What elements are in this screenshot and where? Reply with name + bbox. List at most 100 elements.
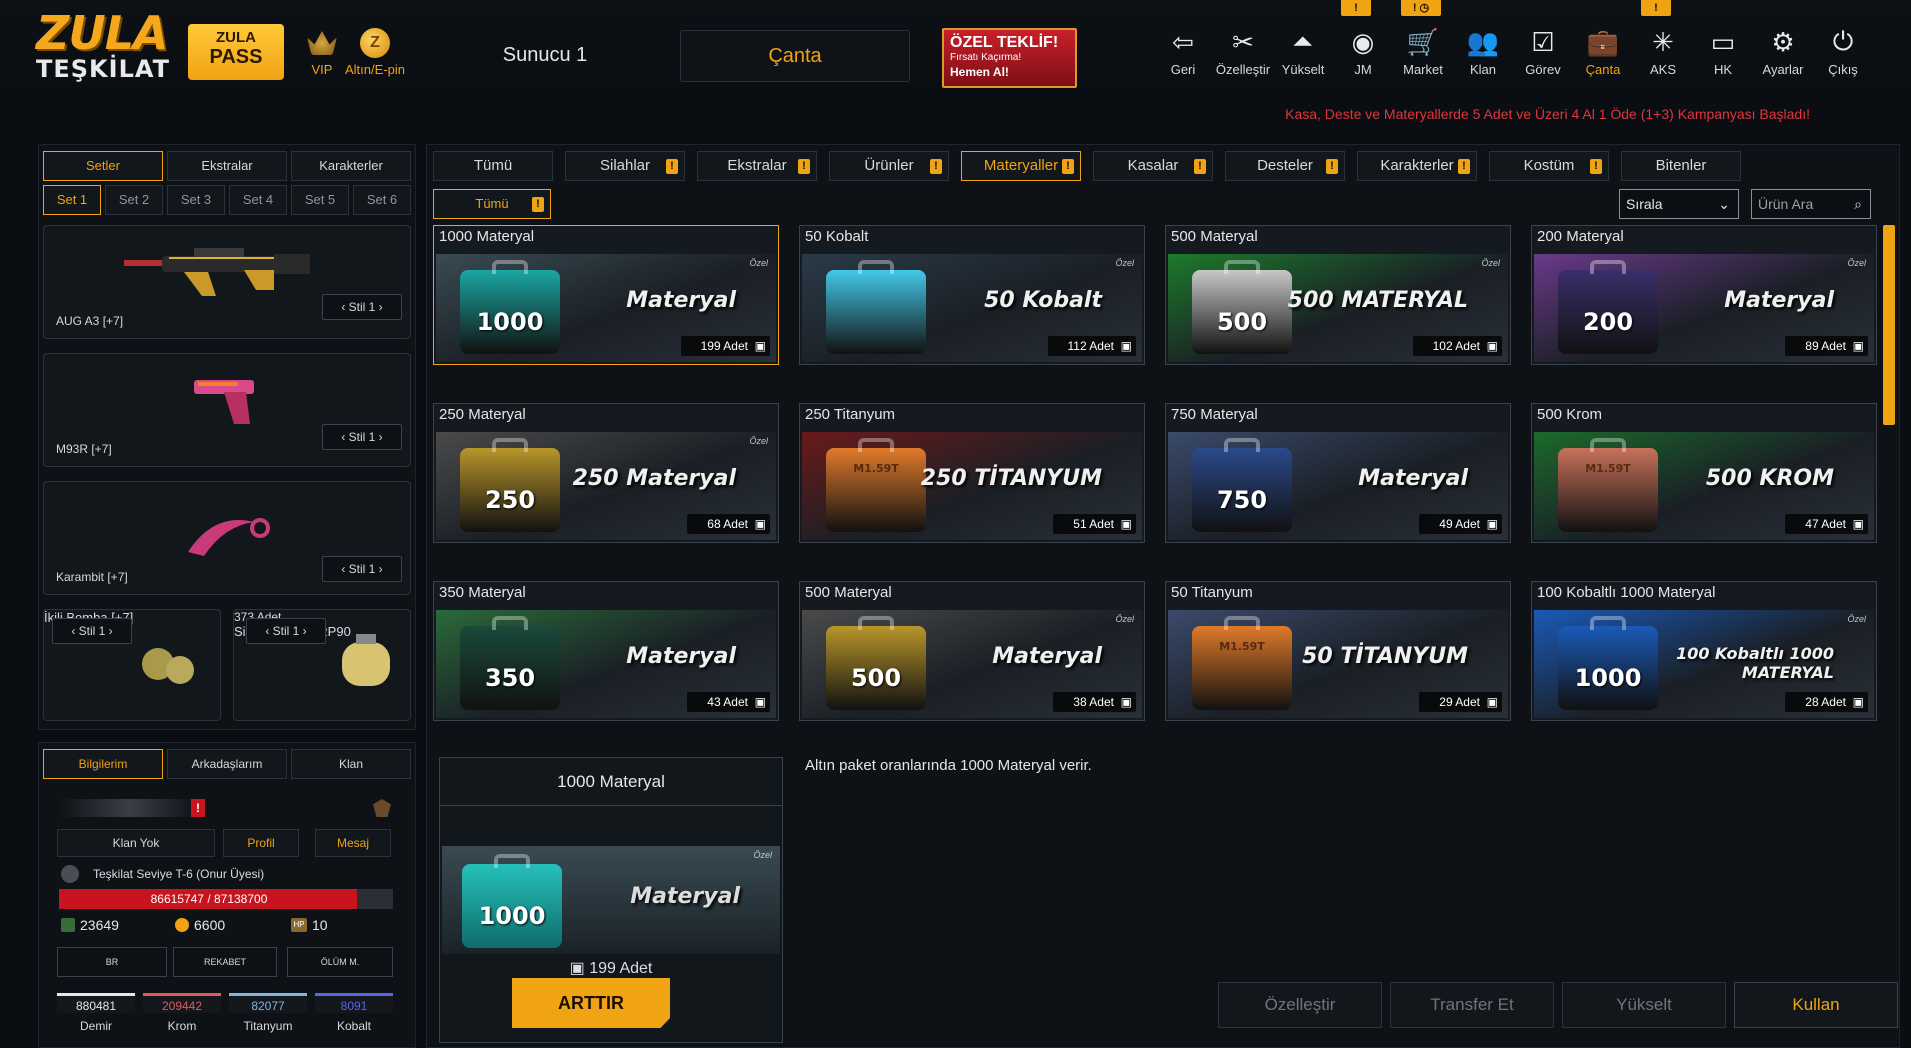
shop-item-card[interactable]: 100 Kobaltlı 1000 Materyal 1000 100 Kobalt… [1531,581,1877,721]
tab-ekstralar[interactable]: Ekstralar [167,151,287,181]
special-offer-banner[interactable]: ÖZEL TEKLİF! Fırsatı Kaçırma! Hemen Al! [942,28,1077,88]
set-tab-5[interactable]: Set 5 [291,185,349,215]
item-count: 199 Adet ▣ [680,336,770,356]
set-tab-2[interactable]: Set 2 [105,185,163,215]
weapon-slot-melee[interactable]: ‹ Stil 1 › Karambit [+7] [43,481,411,595]
item-image: 1000 100 Kobaltlı 1000 MATERYAL Özel 28 Ade… [1534,610,1874,718]
category-tab-kasalar[interactable]: Kasalar! [1093,151,1213,181]
shop-item-card[interactable]: 250 Titanyum M1.59T 250 TİTANYUM 51 Adet ▣ [799,403,1145,543]
search-input[interactable]: Ürün Ara ⌕ [1751,189,1871,219]
tab-setler[interactable]: Setler [43,151,163,181]
shop-item-card[interactable]: 1000 Materyal 1000 Materyal Özel 199 Adet ▣ [433,225,779,365]
cart-icon: 🛒 [1406,26,1440,57]
tab-arkadaslarim[interactable]: Arkadaşlarım [167,749,287,779]
vip-crown-icon [307,31,337,55]
subtab-tumu[interactable]: Tümü! [433,189,551,219]
shop-item-card[interactable]: 50 Kobalt 50 Kobalt Özel 112 Adet ▣ [799,225,1145,365]
tab-klan[interactable]: Klan [291,749,411,779]
shop-item-card[interactable]: 200 Materyal 200 Materyal Özel 89 Adet ▣ [1531,225,1877,365]
rekabet-rank-button[interactable]: REKABET [173,947,277,977]
category-tab-tümü[interactable]: Tümü [433,151,553,181]
action-yükselt[interactable]: Yükselt [1562,982,1726,1028]
category-tab-materyaller[interactable]: Materyaller! [961,151,1081,181]
sort-select[interactable]: Sırala ⌄ [1619,189,1739,219]
case-icon: 1000 [460,260,560,354]
level-icon [61,865,79,883]
nav-coins[interactable]: ◉ JM [1335,26,1391,86]
nav-wallet[interactable]: ▭ HK [1695,26,1751,86]
item-image: 1000 Materyal Özel 199 Adet ▣ [436,254,776,362]
nav-upgrade[interactable]: ⏶ Yükselt [1275,26,1331,86]
scrollbar[interactable] [1883,225,1895,425]
category-tab-ürünler[interactable]: Ürünler! [829,151,949,181]
nav-power[interactable]: ⏻ Çıkış [1815,26,1871,86]
stil-selector[interactable]: ‹ Stil 1 › [246,618,326,644]
alert-badge: ! [666,159,678,174]
vip-button[interactable]: VIP [304,28,340,77]
klan-yok-button[interactable]: Klan Yok [57,829,215,857]
item-image: 250 250 Materyal Özel 68 Adet ▣ [436,432,776,540]
nav-network[interactable]: ✳ AKS [1635,26,1691,86]
tab-bilgilerim[interactable]: Bilgilerim [43,749,163,779]
detail-count: ▣ 199 Adet [569,960,653,977]
nav-tools[interactable]: ✂ Özelleştir [1215,26,1271,86]
weapon-slot-primary[interactable]: ‹ Stil 1 › AUG A3 [+7] [43,225,411,339]
nav-clipboard[interactable]: ☑ Görev [1515,26,1571,86]
mesaj-button[interactable]: Mesaj [315,829,391,857]
nav-cart[interactable]: 🛒 Market [1395,26,1451,86]
stil-selector[interactable]: ‹ Stil 1 › [52,618,132,644]
case-icon: M1.59T [826,438,926,532]
altin-epin-button[interactable]: Z Altın/E-pin [340,28,410,77]
shop-item-card[interactable]: 250 Materyal 250 250 Materyal Özel 68 Adet ▣ [433,403,779,543]
grenade-slot-1[interactable]: ‹ Stil 1 › İkili Bomba [+7] [43,609,221,721]
category-tab-bitenler[interactable]: Bitenler [1621,151,1741,181]
case-icon: M1.59T [1192,616,1292,710]
set-tab-6[interactable]: Set 6 [353,185,411,215]
profil-button[interactable]: Profil [223,829,299,857]
detail-title: 1000 Materyal [440,758,782,806]
nav-briefcase[interactable]: 💼 Çanta [1575,26,1631,86]
category-tab-kostüm[interactable]: Kostüm! [1489,151,1609,181]
notification-badge: ! ◷ [1401,0,1441,16]
set-tab-1[interactable]: Set 1 [43,185,101,215]
action-özelleştir[interactable]: Özelleştir [1218,982,1382,1028]
upgrade-icon: ⏶ [1292,26,1314,56]
box-icon: ▣ [1852,517,1864,531]
action-kullan[interactable]: Kullan [1734,982,1898,1028]
arttir-button[interactable]: ARTTIR [512,978,670,1028]
olum-rank-button[interactable]: ÖLÜM M. [287,947,393,977]
shop-item-card[interactable]: 500 Materyal 500 500 MATERYAL Özel 102 Adet ▣ [1165,225,1511,365]
z-currency: 23649 [61,917,119,933]
category-tab-karakterler[interactable]: Karakterler! [1357,151,1477,181]
weapon-slot-secondary[interactable]: ‹ Stil 1 › M93R [+7] [43,353,411,467]
shop-item-card[interactable]: 350 Materyal 350 Materyal 43 Adet ▣ [433,581,779,721]
nav-exit[interactable]: ⇦ Geri [1155,26,1211,86]
item-image: 50 Kobalt Özel 112 Adet ▣ [802,254,1142,362]
category-tab-desteler[interactable]: Desteler! [1225,151,1345,181]
item-count: 29 Adet ▣ [1419,692,1502,712]
canta-button[interactable]: Çanta [680,30,910,82]
set-tab-3[interactable]: Set 3 [167,185,225,215]
stil-selector[interactable]: ‹ Stil 1 › [322,294,402,320]
nav-users[interactable]: 👥 Klan [1455,26,1511,86]
stil-selector[interactable]: ‹ Stil 1 › [322,424,402,450]
tab-karakterler[interactable]: Karakterler [291,151,411,181]
item-count: 89 Adet ▣ [1785,336,1868,356]
nav-gear[interactable]: ⚙ Ayarlar [1755,26,1811,86]
shop-item-card[interactable]: 50 Titanyum M1.59T 50 TİTANYUM 29 Adet ▣ [1165,581,1511,721]
gold-coin-icon: Z [360,28,390,58]
category-tab-silahlar[interactable]: Silahlar! [565,151,685,181]
resource-krom: 209442 Krom [143,993,221,1033]
zula-pass-button[interactable]: ZULA PASS [188,24,284,80]
br-rank-button[interactable]: BR [57,947,167,977]
category-tab-ekstralar[interactable]: Ekstralar! [697,151,817,181]
action-transfer-et[interactable]: Transfer Et [1390,982,1554,1028]
set-tab-4[interactable]: Set 4 [229,185,287,215]
grenade-slot-2[interactable]: ‹ Stil 1 › 373 Adet Sis Bombası TRP90 [233,609,411,721]
shop-item-card[interactable]: 500 Materyal 500 Materyal Özel 38 Adet ▣ [799,581,1145,721]
shop-item-card[interactable]: 750 Materyal 750 Materyal 49 Adet ▣ [1165,403,1511,543]
shop-item-card[interactable]: 500 Krom M1.59T 500 KROM 47 Adet ▣ [1531,403,1877,543]
stil-selector[interactable]: ‹ Stil 1 › [322,556,402,582]
item-image: M1.59T 500 KROM 47 Adet ▣ [1534,432,1874,540]
hp-icon: HP [291,918,307,932]
